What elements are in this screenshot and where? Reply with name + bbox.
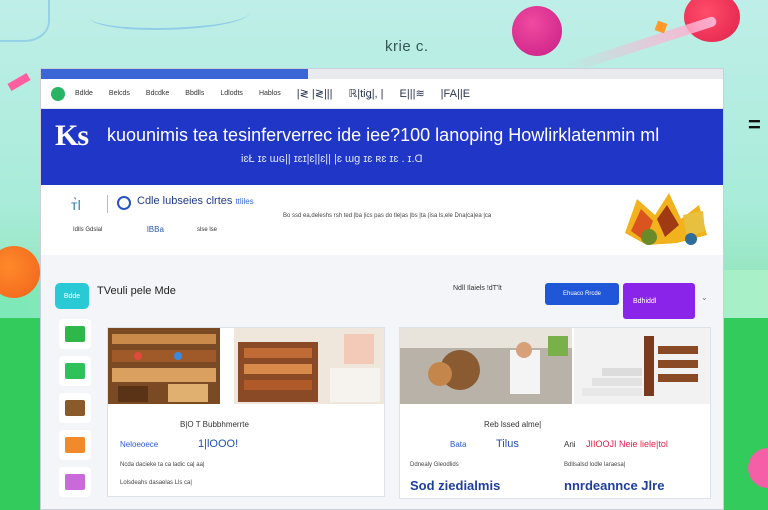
listing-card[interactable]: Reb lssed alme| Bata Tilus Ani JIIOOJI N… (399, 327, 711, 499)
listing-card[interactable]: B|O T Bubbhmerrte Neloeoece 1|lOOO! Ncda… (107, 327, 385, 497)
info-meta: slse lse (197, 227, 218, 233)
circle-icon (117, 196, 131, 210)
hero-title: kuounimis tea tesinferverrec ide iee?100… (107, 125, 660, 145)
shop-photo (234, 328, 384, 404)
decorative-illustration (625, 193, 707, 245)
rail-item[interactable] (59, 356, 91, 386)
rail-square-icon (65, 437, 85, 453)
card-fine-print: Bdllsalsd lodle laraesa| (564, 462, 626, 468)
rail-square-icon (65, 363, 85, 379)
card-headline: Sod ziedialmis (410, 478, 501, 493)
hero-logo: Ks (55, 119, 89, 152)
decorative-streak (562, 15, 718, 75)
info-band: ᴛ̀ǀ Cdle lubseies clrtes ttliles Bo ssd … (41, 185, 723, 255)
nav-item-highlight[interactable]: ℝ|tiǥ|, | (349, 87, 384, 100)
card-label: Bata (450, 440, 467, 449)
card-fine-print: Lolsdeahs dasaelas Lls ca| (120, 480, 192, 486)
nav-item[interactable]: Belcds (109, 90, 130, 97)
card-value: 1|lOOO! (198, 438, 239, 450)
info-meta-link[interactable]: lBBa (147, 225, 164, 234)
nav-item[interactable]: Bdcdke (146, 90, 169, 97)
side-mark: = (748, 112, 761, 137)
background-sketch (0, 0, 50, 42)
decorative-pink-dash (7, 73, 31, 91)
secondary-button[interactable]: Bdhiddl (623, 283, 695, 319)
info-title-suffix: ttliles (235, 197, 254, 206)
rail-item[interactable] (59, 430, 91, 460)
rail-square-icon (65, 400, 85, 416)
rail-square-icon (65, 326, 85, 342)
rail-item[interactable] (59, 393, 91, 423)
background-sketch-line (90, 0, 250, 30)
side-rail (59, 319, 95, 504)
page-progress (41, 69, 723, 79)
workshop-photo (400, 328, 572, 404)
info-description: Bo ssd ea,deleshs rsh ted |ba |ics pas d… (283, 213, 492, 219)
nav-item[interactable]: Ldlodts (220, 90, 243, 97)
nav-item[interactable]: Bdlde (75, 90, 93, 97)
stairs-photo (574, 328, 710, 404)
main-content: Bdde TVeuli pele Mde Ndll Ilaiels !dT'lt… (41, 255, 723, 509)
app-window: Bdlde Belcds Bdcdke Bbdlls Ldlodts Hablo… (40, 68, 724, 510)
rail-item[interactable] (59, 319, 91, 349)
divider (107, 195, 108, 213)
card-caption: Reb lssed alme| (484, 420, 542, 429)
top-nav: Bdlde Belcds Bdcdke Bbdlls Ldlodts Hablo… (41, 79, 723, 109)
nav-item-highlight[interactable]: |≷ |≷||| (297, 87, 333, 100)
nav-item-highlight[interactable]: |FA||E (441, 88, 470, 100)
site-logo-icon[interactable] (51, 86, 65, 101)
rail-square-icon (65, 474, 85, 490)
rail-item[interactable] (59, 467, 91, 497)
card-headline: nnrdeannce Jlre (564, 478, 665, 493)
card-value: JIIOOJI Neie liele|tol (586, 439, 668, 449)
primary-button[interactable]: Ehuaco Rrcde (545, 283, 619, 305)
chevron-down-icon[interactable]: ⌄ (701, 293, 708, 302)
info-title-text: Cdle lubseies clrtes (137, 195, 233, 207)
card-label: Neloeoece (120, 440, 159, 449)
info-icon: ᴛ̀ǀ (71, 197, 82, 213)
section-icon: Bdde (55, 283, 89, 309)
brand-mark: krie c. (385, 38, 429, 55)
card-fine-print: Ncda dacieke ta ca ladic ca| aa| (120, 462, 205, 468)
card-value: Tilus (496, 438, 519, 450)
hero-banner: Ks kuounimis tea tesinferverrec ide iee?… (41, 109, 723, 185)
page-progress-fill (41, 69, 308, 79)
nav-item[interactable]: Hablos (259, 90, 281, 97)
card-fine-print: Ddnealy Gleodlids (410, 462, 459, 468)
decorative-magenta-circle (512, 6, 562, 56)
nav-item[interactable]: Bbdlls (185, 90, 204, 97)
card-caption: B|O T Bubbhmerrte (180, 420, 249, 429)
info-meta: Idlls Gdslal (73, 227, 103, 233)
card-label: Ani (564, 440, 576, 449)
info-title[interactable]: Cdle lubseies clrtes ttliles (137, 195, 254, 207)
hero-subtitle: iɛŁ ɪɛ ɯɢ|| ɪɛɪ|ɛ||ɛ|| |ɛ ɯɡ ɪɛ ʀɛ ɪɛ . … (241, 153, 423, 165)
section-meta: Ndll Ilaiels !dT'lt (453, 285, 502, 292)
shop-photo (108, 328, 220, 404)
section-title: TVeuli pele Mde (97, 285, 176, 297)
nav-item-highlight[interactable]: E|||≋ (400, 87, 425, 100)
